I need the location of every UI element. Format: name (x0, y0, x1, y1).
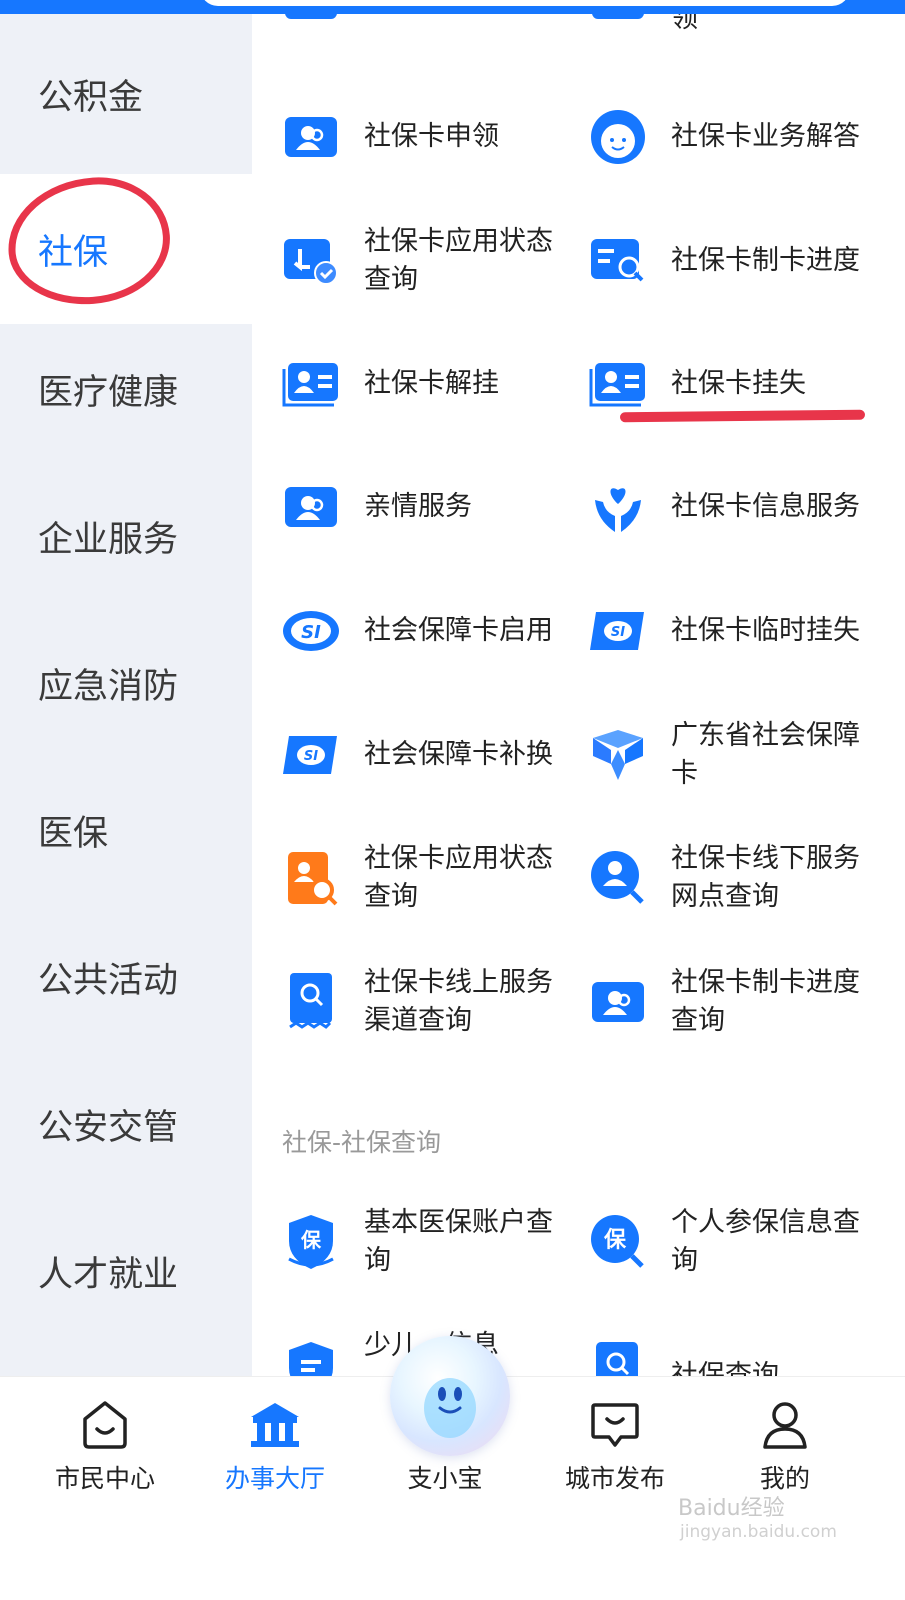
section-title: 社保-社保查询 (282, 1128, 442, 1157)
svg-text:保: 保 (300, 1228, 322, 1252)
orange-card-search-icon (280, 847, 342, 909)
user-card-icon (587, 971, 649, 1033)
card-search-icon (587, 230, 649, 292)
service-label: 社保卡信息服务 (671, 491, 860, 522)
service-item[interactable]: 社保卡应用状态查询 (280, 823, 590, 933)
id-card-icon (280, 353, 342, 415)
si-card-icon: SI (587, 600, 649, 662)
bao-search-icon: 保 (587, 1211, 649, 1273)
service-item[interactable]: 社保卡线下服务网点查询 (587, 823, 897, 933)
sidebar-item-label: 公积金 (38, 77, 144, 118)
hand-check-icon (280, 230, 342, 292)
sidebar-item-gongan[interactable]: 公安交管 (0, 1049, 252, 1199)
customer-service-icon (587, 106, 649, 168)
service-label: 个人参保信息查询 (671, 1207, 860, 1276)
service-label: 社保卡临时挂失 (671, 615, 860, 646)
receipt-search-icon (280, 971, 342, 1033)
service-label: 亲情服务 (364, 491, 472, 522)
service-item[interactable]: SI 社会保障卡启用 (280, 576, 590, 686)
baidu-watermark: Baidu经验 (678, 1496, 785, 1521)
service-item[interactable]: 社保卡制卡进度 (587, 206, 897, 316)
service-item[interactable]: SI 社保卡临时挂失 (587, 576, 897, 686)
tab-label: 市民中心 (54, 1464, 155, 1493)
sidebar-item-label: 医疗健康 (38, 372, 179, 413)
sidebar-item-qiye[interactable]: 企业服务 (0, 461, 252, 611)
si-logo-icon: SI (280, 600, 342, 662)
si-card-icon: SI (280, 724, 342, 786)
svg-text:SI: SI (611, 625, 625, 640)
sidebar-item-label: 公安交管 (38, 1107, 179, 1148)
svg-text:SI: SI (301, 622, 321, 643)
service-item[interactable]: 社保卡应用状态查询 (280, 206, 590, 316)
service-grid: 领 社保卡申领 社保卡业务解答 社保卡应用状态查询 社保卡制卡进度 社保卡解挂 (252, 14, 905, 1404)
service-label: 社保卡线上服务渠道查询 (364, 967, 553, 1036)
service-label: 社会保障卡启用 (364, 615, 553, 646)
sidebar-item-yingji[interactable]: 应急消防 (0, 608, 252, 758)
service-item[interactable]: SI 社会保障卡补换 (280, 700, 590, 810)
card-icon (587, 14, 649, 30)
sidebar-item-label: 医保 (38, 813, 109, 854)
heart-hands-icon (587, 476, 649, 538)
sidebar-item-label: 应急消防 (38, 666, 179, 707)
tab-label: 支小宝 (407, 1464, 483, 1493)
tab-label: 城市发布 (564, 1464, 665, 1493)
user-card-icon (280, 14, 342, 30)
tab-service-hall[interactable]: 办事大厅 (195, 1397, 355, 1507)
sidebar-item-yibao[interactable]: 医保 (0, 755, 252, 905)
service-label: 社会保障卡补换 (364, 739, 553, 770)
user-card-icon (280, 476, 342, 538)
service-label: 社保卡业务解答 (671, 121, 860, 152)
service-label: 基本医保账户查询 (364, 1207, 553, 1276)
mascot-bubble-button[interactable] (390, 1336, 510, 1456)
user-card-icon (280, 106, 342, 168)
service-label: 社保卡申领 (364, 121, 499, 152)
service-label: 社保卡制卡进度查询 (671, 967, 860, 1036)
service-label: 社保卡解挂 (364, 368, 499, 399)
service-item-partial[interactable] (280, 14, 590, 54)
sidebar-item-gonggong[interactable]: 公共活动 (0, 902, 252, 1052)
sidebar-item-label: 公共活动 (38, 960, 179, 1001)
search-bar-edge[interactable] (200, 0, 850, 6)
baidu-watermark-url: jingyan.baidu.com (680, 1522, 837, 1542)
service-label: 社保卡应用状态查询 (364, 226, 553, 295)
svg-text:保: 保 (603, 1228, 627, 1253)
service-label: 社保卡线下服务网点查询 (671, 843, 860, 912)
service-item-partial[interactable]: 领 (587, 14, 897, 54)
person-search-icon (587, 847, 649, 909)
smile-box-icon (83, 1401, 127, 1449)
tab-label: 办事大厅 (224, 1464, 325, 1493)
mascot-face-icon (424, 1378, 476, 1438)
tab-citizen-center[interactable]: 市民中心 (25, 1397, 185, 1507)
cube-logo-icon (587, 724, 649, 786)
service-item-highlighted[interactable]: 社保卡挂失 (587, 329, 897, 439)
tab-city-news[interactable]: 城市发布 (535, 1397, 695, 1507)
service-label: 社保卡挂失 (671, 368, 806, 399)
chat-box-icon (591, 1403, 639, 1447)
sidebar-item-rencai[interactable]: 人才就业 (0, 1196, 252, 1346)
sidebar-item-gongjijin[interactable]: 公积金 (0, 14, 252, 174)
service-item[interactable]: 亲情服务 (280, 452, 590, 562)
service-label: 领 (671, 14, 698, 34)
service-item[interactable]: 保 基本医保账户查询 (280, 1187, 590, 1297)
svg-text:SI: SI (304, 749, 318, 764)
sidebar-item-label: 企业服务 (38, 519, 179, 560)
sidebar-item-yiliao[interactable]: 医疗健康 (0, 314, 252, 464)
service-item[interactable]: 社保卡解挂 (280, 329, 590, 439)
service-item[interactable]: 社保卡信息服务 (587, 452, 897, 562)
id-card-icon (587, 353, 649, 415)
bank-icon (251, 1403, 299, 1447)
sidebar-item-label: 人才就业 (38, 1254, 179, 1295)
service-item[interactable]: 保 个人参保信息查询 (587, 1187, 897, 1297)
service-label: 广东省社会保障卡 (671, 720, 860, 789)
service-label: 社保卡应用状态查询 (364, 843, 553, 912)
service-label: 社保卡制卡进度 (671, 245, 860, 276)
service-item[interactable]: 广东省社会保障卡 (587, 700, 897, 810)
service-item[interactable]: 社保卡制卡进度查询 (587, 947, 897, 1057)
person-icon (763, 1402, 807, 1449)
service-item[interactable]: 社保卡线上服务渠道查询 (280, 947, 590, 1057)
top-bar (0, 0, 905, 14)
service-item[interactable]: 社保卡申领 (280, 82, 590, 192)
bao-shield-icon: 保 (280, 1211, 342, 1273)
service-item[interactable]: 社保卡业务解答 (587, 82, 897, 192)
